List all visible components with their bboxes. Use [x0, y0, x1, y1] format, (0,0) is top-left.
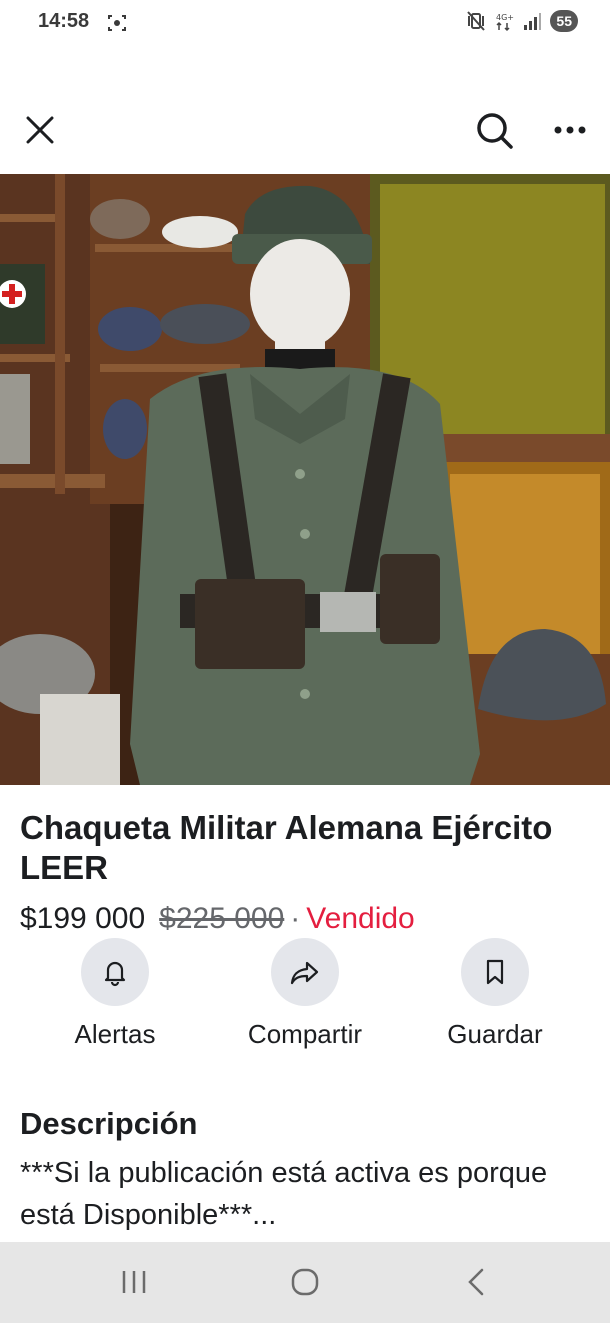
- bell-icon: [104, 961, 126, 987]
- status-time: 14:58: [38, 10, 90, 32]
- share-icon: [290, 961, 319, 985]
- sold-status: Vendido: [306, 902, 415, 935]
- alerts-button[interactable]: Alertas: [30, 938, 200, 1050]
- save-label: Guardar: [447, 1019, 543, 1049]
- back-button[interactable]: [446, 1258, 506, 1306]
- screenshot-icon: [106, 12, 128, 34]
- close-button[interactable]: [20, 108, 60, 152]
- status-bar: 14:58 4G+ 55: [0, 0, 610, 48]
- listing-title: Chaqueta Militar Alemana Ejército LEER: [20, 809, 553, 886]
- description-heading: Descripción: [20, 1106, 198, 1141]
- close-icon: [26, 116, 54, 144]
- bookmark-icon: [486, 959, 504, 985]
- mute-vibrate-icon: [466, 10, 486, 32]
- home-button[interactable]: [275, 1258, 335, 1306]
- current-price: $199 000: [20, 902, 146, 935]
- recent-apps-button[interactable]: [104, 1258, 164, 1306]
- more-options-button[interactable]: [548, 108, 592, 152]
- search-button[interactable]: [472, 108, 516, 152]
- more-options-icon: [554, 126, 586, 134]
- price-line: $199 000 $225 000 · Vendido: [20, 900, 415, 938]
- description-text[interactable]: ***Si la publicación está activa es porq…: [20, 1152, 580, 1236]
- original-price: $225 000: [159, 902, 285, 935]
- top-bar: [0, 100, 610, 160]
- share-label: Compartir: [247, 1019, 363, 1049]
- signal-icon: [522, 10, 542, 32]
- action-row: Alertas Compartir Guardar: [0, 938, 610, 1058]
- alerts-circle[interactable]: [81, 938, 149, 1006]
- save-circle[interactable]: [461, 938, 529, 1006]
- status-icons: 4G+ 55: [466, 10, 578, 32]
- system-nav-bar: [0, 1242, 610, 1323]
- share-button[interactable]: Compartir: [220, 938, 390, 1050]
- recent-apps-icon: [122, 1271, 146, 1293]
- back-icon: [468, 1268, 484, 1296]
- 4g-data-icon: 4G+: [494, 10, 514, 32]
- alerts-label: Alertas: [74, 1019, 156, 1049]
- share-circle[interactable]: [271, 938, 339, 1006]
- price-separator: ·: [290, 902, 301, 935]
- save-button[interactable]: Guardar: [410, 938, 580, 1050]
- search-icon: [477, 113, 513, 149]
- battery-icon: 55: [550, 10, 578, 32]
- svg-text:4G+: 4G+: [496, 13, 514, 22]
- product-photo[interactable]: [0, 174, 610, 785]
- home-icon: [291, 1268, 319, 1296]
